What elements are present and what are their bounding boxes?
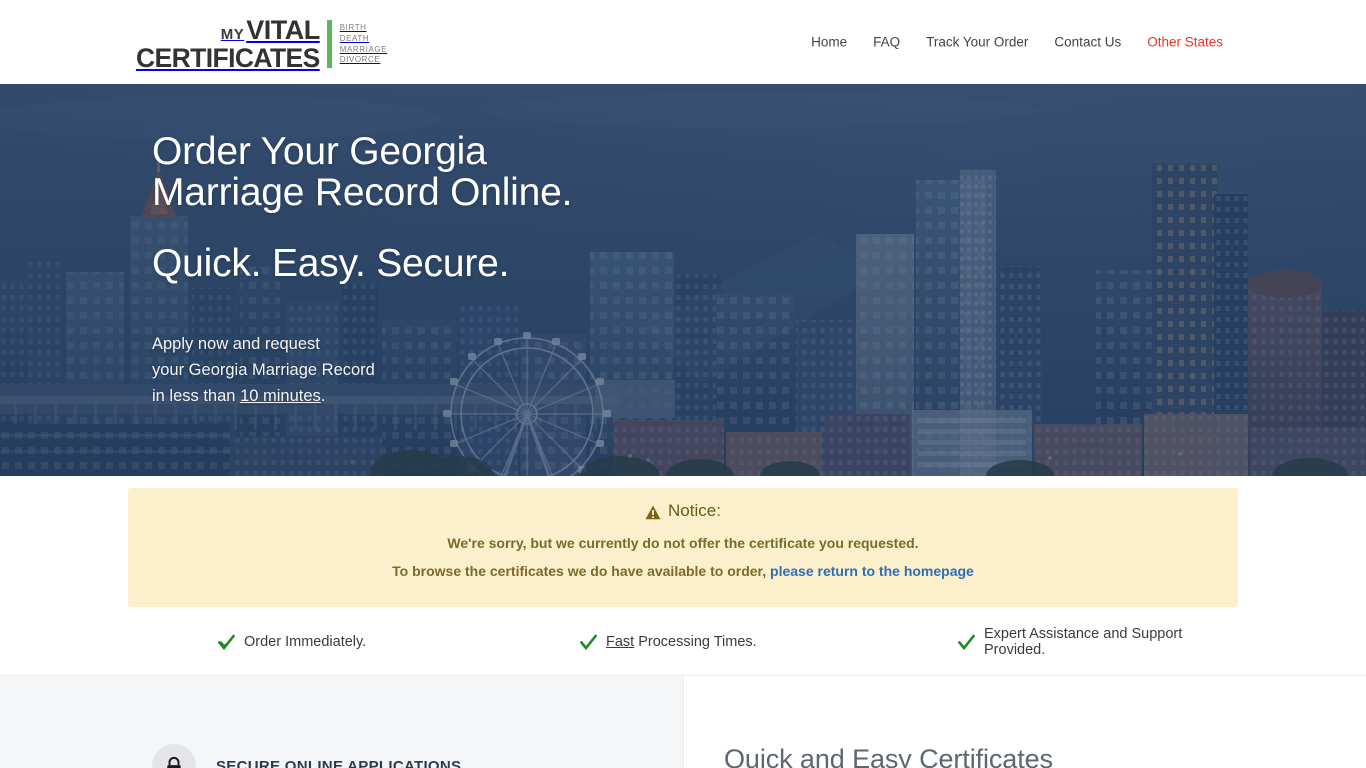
nav-item-track-your-order[interactable]: Track Your Order <box>913 31 1041 54</box>
hero-content: Order Your Georgia Marriage Record Onlin… <box>152 130 573 409</box>
hero-subtext-highlight: 10 minutes <box>240 386 321 405</box>
notice-title-text: Notice: <box>668 501 721 520</box>
hero-heading-primary: Order Your Georgia Marriage Record Onlin… <box>152 130 573 214</box>
hero-subtext-suffix: . <box>320 386 326 405</box>
hero-subtext: Apply now and request your Georgia Marri… <box>152 331 572 409</box>
notice-section: Notice: We're sorry, but we currently do… <box>0 476 1366 675</box>
feature-order-immediately: Order Immediately. <box>128 626 498 658</box>
logo-wordmark: MY VITAL CERTIFICATES <box>136 14 320 71</box>
feature-label-underlined: Fast <box>606 634 635 650</box>
logo-tag-divorce: DIVORCE <box>339 55 381 65</box>
check-icon <box>580 634 597 651</box>
logo-tag-death: DEATH <box>339 33 370 43</box>
check-icon <box>958 634 975 651</box>
nav-item-faq[interactable]: FAQ <box>860 31 913 54</box>
notice-banner: Notice: We're sorry, but we currently do… <box>128 488 1238 607</box>
bottom-split-section: SECURE ONLINE APPLICATIONS Quick and Eas… <box>0 675 1366 768</box>
notice-message-line-1: We're sorry, but we currently do not off… <box>447 535 919 551</box>
hero-section: Order Your Georgia Marriage Record Onlin… <box>0 84 1366 476</box>
quick-easy-heading: Quick and Easy Certificates <box>724 744 1053 768</box>
feature-label: Expert Assistance and Support Provided. <box>984 626 1183 658</box>
check-icon <box>218 634 235 651</box>
logo-my-text: MY <box>220 25 245 43</box>
site-logo[interactable]: MY VITAL CERTIFICATES BIRTH DEATH MARRIA… <box>136 14 387 71</box>
warning-triangle-icon <box>645 505 661 520</box>
site-header: MY VITAL CERTIFICATES BIRTH DEATH MARRIA… <box>0 0 1366 84</box>
lock-icon <box>152 744 196 768</box>
notice-title-row: Notice: <box>128 501 1238 521</box>
feature-label: Fast Processing Times. <box>606 634 757 650</box>
logo-green-divider <box>326 20 332 68</box>
secure-applications-title: SECURE ONLINE APPLICATIONS <box>216 757 462 768</box>
feature-label: Order Immediately. <box>244 634 367 650</box>
main-navigation: Home FAQ Track Your Order Contact Us Oth… <box>798 31 1236 54</box>
notice-message-prefix: To browse the certificates we do have av… <box>392 563 771 579</box>
logo-line-one: MY VITAL <box>220 14 320 45</box>
logo-tag-birth: BIRTH <box>339 23 367 32</box>
secure-applications-panel: SECURE ONLINE APPLICATIONS <box>0 676 683 768</box>
notice-message-line-2: To browse the certificates we do have av… <box>128 563 1238 579</box>
hero-subtext-line-2: your Georgia Marriage Record <box>152 360 375 379</box>
nav-item-home[interactable]: Home <box>798 31 860 54</box>
nav-item-contact-us[interactable]: Contact Us <box>1041 31 1134 54</box>
return-to-homepage-link[interactable]: please return to the homepage <box>770 563 974 579</box>
hero-subtext-prefix: in less than <box>152 386 241 405</box>
logo-vital-text: VITAL <box>246 14 320 45</box>
hero-heading-secondary: Quick. Easy. Secure. <box>152 241 510 285</box>
logo-tag-marriage: MARRIAGE <box>339 44 388 54</box>
secure-applications-item: SECURE ONLINE APPLICATIONS <box>152 744 461 768</box>
nav-item-other-states[interactable]: Other States <box>1134 31 1236 54</box>
feature-label-rest: Processing Times. <box>634 634 757 650</box>
logo-certificates-text: CERTIFICATES <box>136 42 320 73</box>
hero-subtext-line-1: Apply now and request <box>152 334 320 353</box>
logo-tagline-list: BIRTH DEATH MARRIAGE DIVORCE <box>340 20 387 68</box>
hero-heading-line-2: Marriage Record Online. <box>152 170 573 214</box>
hero-subtext-line-3: in less than 10 minutes. <box>152 383 572 409</box>
feature-expert-assistance: Expert Assistance and Support Provided. <box>868 626 1238 658</box>
features-row: Order Immediately. Fast Processing Times… <box>128 626 1238 658</box>
hero-heading-line-1: Order Your Georgia <box>152 130 487 173</box>
quick-easy-panel: Quick and Easy Certificates <box>683 676 1366 768</box>
feature-fast-processing: Fast Processing Times. <box>498 626 868 658</box>
